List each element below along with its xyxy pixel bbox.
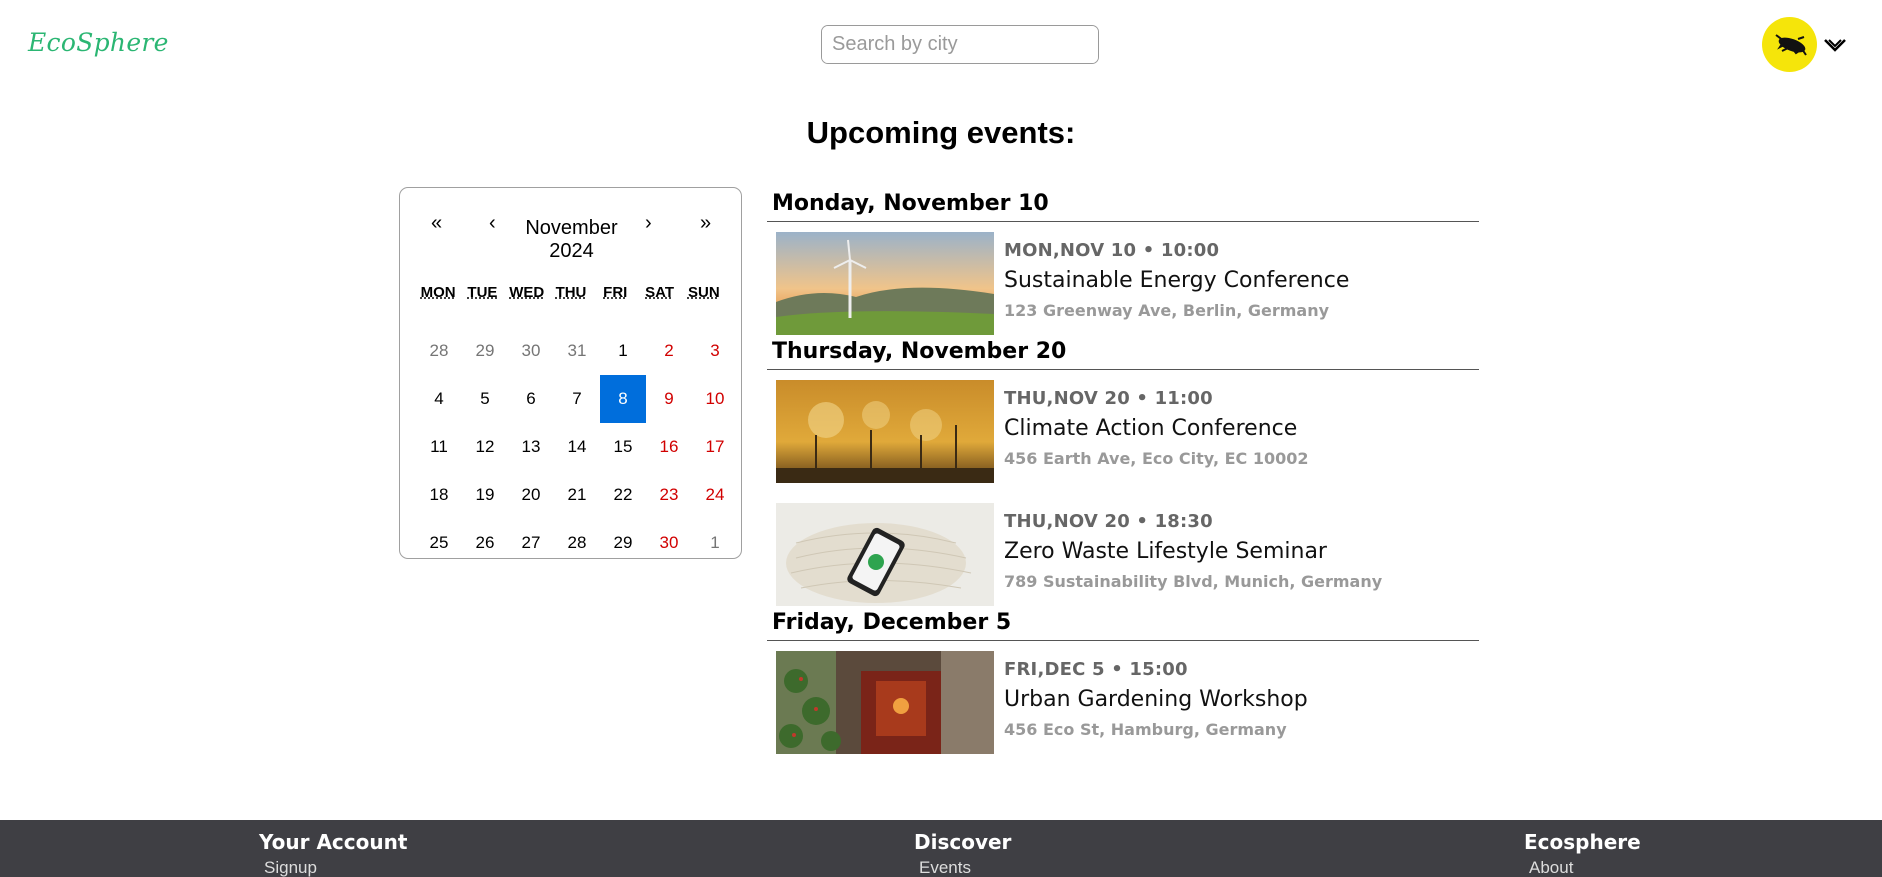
logo[interactable]: EcoSphere bbox=[28, 28, 169, 57]
footer-link-events[interactable]: Events bbox=[919, 858, 1011, 877]
calendar-day[interactable]: 22 bbox=[600, 471, 646, 519]
event-title[interactable]: Climate Action Conference bbox=[1004, 416, 1309, 441]
search-bar bbox=[821, 25, 1099, 64]
calendar-day[interactable]: 3 bbox=[692, 327, 738, 375]
calendar-day[interactable]: 9 bbox=[646, 375, 692, 423]
prev-year-button[interactable]: « bbox=[431, 212, 442, 235]
avatar-icon bbox=[1775, 34, 1807, 56]
event-title[interactable]: Urban Gardening Workshop bbox=[1004, 687, 1308, 712]
avatar[interactable] bbox=[1762, 17, 1817, 72]
event-date-header: Friday, December 5 bbox=[767, 606, 1479, 641]
calendar-day[interactable]: 5 bbox=[462, 375, 508, 423]
event-card[interactable]: THU,NOV 20 • 18:30 Zero Waste Lifestyle S… bbox=[776, 503, 1479, 606]
footer-column-account: Your Account Signup bbox=[259, 830, 407, 877]
factory-smoke-image[interactable] bbox=[776, 380, 994, 483]
footer-heading: Ecosphere bbox=[1524, 830, 1641, 854]
calendar-day[interactable]: 31 bbox=[554, 327, 600, 375]
calendar-weekdays: MON TUE WED THU FRI SAT SUN bbox=[416, 284, 726, 301]
calendar-day[interactable]: 1 bbox=[600, 327, 646, 375]
footer-heading: Your Account bbox=[259, 830, 408, 854]
wind-turbine-sunset-image[interactable] bbox=[776, 232, 994, 335]
weekday-label: SUN bbox=[687, 284, 720, 301]
search-input[interactable] bbox=[822, 26, 1098, 63]
calendar-day[interactable]: 12 bbox=[462, 423, 508, 471]
weekday-label: WED bbox=[509, 284, 545, 301]
phone-on-net-bag-image[interactable] bbox=[776, 503, 994, 606]
weekday-label: SAT bbox=[645, 284, 674, 301]
calendar-day[interactable]: 16 bbox=[646, 423, 692, 471]
event-date-header: Monday, November 10 bbox=[767, 187, 1479, 222]
next-month-button[interactable]: › bbox=[645, 212, 652, 235]
event-datetime: FRI,DEC 5 • 15:00 bbox=[1004, 659, 1188, 680]
calendar-day[interactable]: 29 bbox=[600, 519, 646, 567]
event-info: THU,NOV 20 • 11:00 Climate Action Confere… bbox=[1004, 380, 1309, 483]
calendar-days: 28 29 30 31 1 2 3 4 5 6 7 8 9 10 11 12 13 14 15 16 17 18 19 20 2… bbox=[416, 341, 726, 592]
calendar-day[interactable]: 11 bbox=[416, 423, 462, 471]
calendar-day[interactable]: 4 bbox=[416, 375, 462, 423]
calendar-year: 2024 bbox=[549, 240, 594, 262]
event-datetime: THU,NOV 20 • 18:30 bbox=[1004, 511, 1213, 532]
calendar-day[interactable]: 19 bbox=[462, 471, 508, 519]
chevron-down-icon bbox=[1824, 39, 1846, 52]
event-datetime: THU,NOV 20 • 11:00 bbox=[1004, 388, 1213, 409]
calendar-day[interactable]: 30 bbox=[508, 327, 554, 375]
next-year-button[interactable]: » bbox=[700, 212, 711, 235]
weekday-label: FRI bbox=[603, 284, 628, 301]
calendar-day[interactable]: 30 bbox=[646, 519, 692, 567]
event-title[interactable]: Sustainable Energy Conference bbox=[1004, 268, 1349, 293]
event-info: MON,NOV 10 • 10:00 Sustainable Energy Con… bbox=[1004, 232, 1349, 335]
calendar-day[interactable]: 18 bbox=[416, 471, 462, 519]
footer-link-signup[interactable]: Signup bbox=[264, 858, 407, 877]
event-datetime: MON,NOV 10 • 10:00 bbox=[1004, 240, 1220, 261]
event-info: FRI,DEC 5 • 15:00 Urban Gardening Worksho… bbox=[1004, 651, 1308, 754]
event-address: 789 Sustainability Blvd, Munich, Germany bbox=[1004, 572, 1383, 591]
calendar-month-label[interactable]: November 2024 bbox=[490, 217, 653, 263]
header: EcoSphere bbox=[0, 0, 1882, 90]
page-title: Upcoming events: bbox=[806, 115, 1076, 150]
calendar-day[interactable]: 27 bbox=[508, 519, 554, 567]
event-date-header: Thursday, November 20 bbox=[767, 335, 1479, 370]
calendar-day[interactable]: 24 bbox=[692, 471, 738, 519]
event-address: 456 Earth Ave, Eco City, EC 10002 bbox=[1004, 449, 1309, 468]
event-title[interactable]: Zero Waste Lifestyle Seminar bbox=[1004, 539, 1382, 564]
event-card[interactable]: THU,NOV 20 • 11:00 Climate Action Confere… bbox=[776, 380, 1479, 483]
calendar: « ‹ November 2024 › » MON TUE WED THU FR… bbox=[399, 187, 742, 559]
weekday-label: MON bbox=[420, 284, 456, 301]
event-address: 456 Eco St, Hamburg, Germany bbox=[1004, 720, 1287, 739]
calendar-day[interactable]: 13 bbox=[508, 423, 554, 471]
calendar-day[interactable]: 28 bbox=[554, 519, 600, 567]
footer-link-about[interactable]: About bbox=[1529, 858, 1641, 877]
calendar-day[interactable]: 29 bbox=[462, 327, 508, 375]
event-address: 123 Greenway Ave, Berlin, Germany bbox=[1004, 301, 1330, 320]
calendar-navigation: « ‹ November 2024 › » bbox=[400, 202, 741, 262]
calendar-day[interactable]: 14 bbox=[554, 423, 600, 471]
calendar-day[interactable]: 1 bbox=[692, 519, 738, 567]
calendar-day[interactable]: 6 bbox=[508, 375, 554, 423]
calendar-day[interactable]: 20 bbox=[508, 471, 554, 519]
footer-heading: Discover bbox=[914, 830, 1012, 854]
calendar-month: November bbox=[525, 217, 618, 239]
plant-storefront-image[interactable] bbox=[776, 651, 994, 754]
calendar-day[interactable]: 10 bbox=[692, 375, 738, 423]
calendar-day[interactable]: 28 bbox=[416, 327, 462, 375]
calendar-day[interactable]: 8 bbox=[600, 375, 646, 423]
calendar-day[interactable]: 2 bbox=[646, 327, 692, 375]
calendar-day[interactable]: 23 bbox=[646, 471, 692, 519]
weekday-label: THU bbox=[555, 284, 587, 301]
user-menu-toggle[interactable] bbox=[1822, 33, 1848, 55]
calendar-day[interactable]: 7 bbox=[554, 375, 600, 423]
calendar-day[interactable]: 26 bbox=[462, 519, 508, 567]
event-list: Monday, November 10 MON,NOV 10 • 10:00 Sus… bbox=[767, 187, 1479, 754]
calendar-day[interactable]: 15 bbox=[600, 423, 646, 471]
footer-column-ecosphere: Ecosphere About bbox=[1524, 830, 1641, 877]
footer: Your Account Signup Discover Events Ecos… bbox=[0, 820, 1882, 877]
footer-column-discover: Discover Events bbox=[914, 830, 1011, 877]
calendar-day[interactable]: 17 bbox=[692, 423, 738, 471]
calendar-day[interactable]: 21 bbox=[554, 471, 600, 519]
calendar-day[interactable]: 25 bbox=[416, 519, 462, 567]
weekday-label: TUE bbox=[467, 284, 498, 301]
event-card[interactable]: MON,NOV 10 • 10:00 Sustainable Energy Con… bbox=[776, 232, 1479, 335]
event-card[interactable]: FRI,DEC 5 • 15:00 Urban Gardening Worksho… bbox=[776, 651, 1479, 754]
event-info: THU,NOV 20 • 18:30 Zero Waste Lifestyle S… bbox=[1004, 503, 1382, 606]
